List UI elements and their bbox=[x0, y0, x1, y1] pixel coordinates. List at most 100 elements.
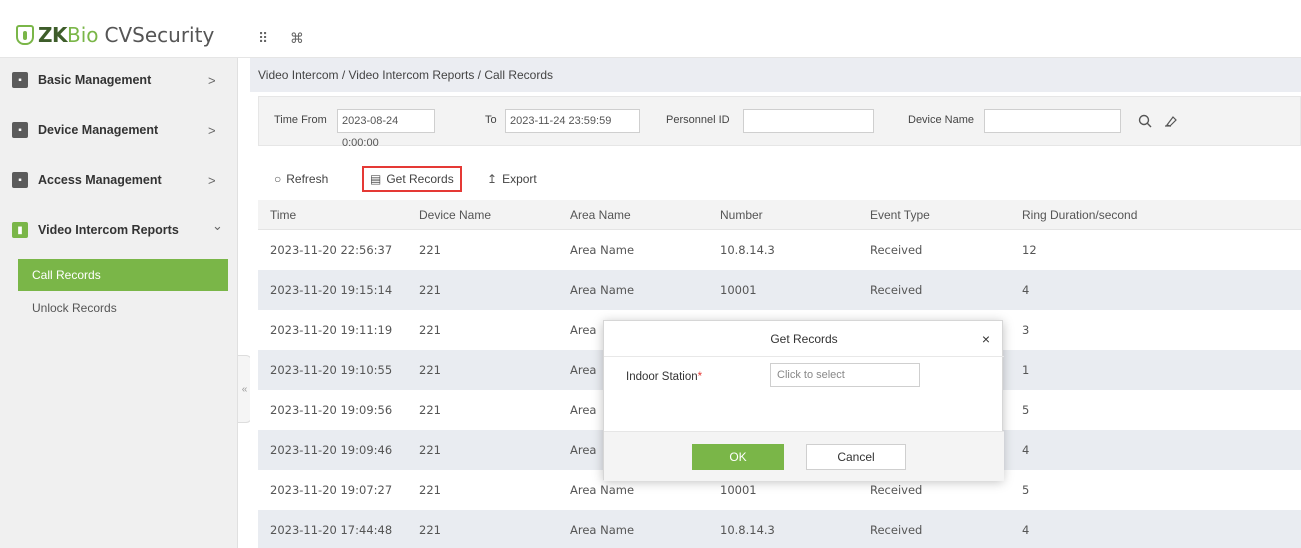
records-icon: ▤ bbox=[370, 172, 382, 186]
app-grid-icon[interactable]: ⠿ bbox=[258, 30, 268, 47]
cell-device-name: 221 bbox=[419, 283, 441, 297]
cell-device-name: 221 bbox=[419, 523, 441, 537]
access-management-icon: ▪ bbox=[12, 172, 28, 188]
search-icon[interactable] bbox=[1133, 109, 1157, 133]
indoor-station-label: Indoor Station* bbox=[626, 371, 702, 383]
cancel-button[interactable]: Cancel bbox=[806, 444, 906, 470]
sidebar-subitem-unlock-records[interactable]: Unlock Records bbox=[18, 296, 228, 320]
cell-area-name: Area Name bbox=[570, 283, 635, 297]
cell-area-name: Area Name bbox=[570, 523, 635, 537]
cell-device-name: 221 bbox=[419, 363, 441, 377]
chevron-right-icon: > bbox=[208, 72, 216, 88]
clear-filter-icon[interactable] bbox=[1159, 109, 1183, 133]
cell-event-type: Received bbox=[870, 243, 923, 257]
column-header-ring-duration[interactable]: Ring Duration/second bbox=[1022, 208, 1301, 222]
cell-device-name: 221 bbox=[419, 403, 441, 417]
device-name-label: Device Name bbox=[908, 114, 975, 126]
table-row[interactable]: 2023-11-20 19:15:14 221 Area Name 10001 … bbox=[258, 270, 1301, 310]
top-band bbox=[0, 0, 1301, 12]
sidebar-item-basic-management[interactable]: ▪ Basic Management > bbox=[0, 60, 238, 100]
cell-time: 2023-11-20 19:07:27 bbox=[270, 483, 393, 497]
cell-ring-duration: 4 bbox=[1022, 523, 1030, 537]
cell-area-name: Area Name bbox=[570, 483, 635, 497]
sidebar-item-label: Access Management bbox=[38, 173, 162, 187]
cell-time: 2023-11-20 19:11:19 bbox=[270, 323, 393, 337]
sidebar-item-access-management[interactable]: ▪ Access Management > bbox=[0, 160, 238, 200]
cell-time: 2023-11-20 19:09:56 bbox=[270, 403, 393, 417]
export-label: Export bbox=[502, 172, 537, 186]
get-records-label: Get Records bbox=[386, 172, 454, 186]
cell-area-name: Area Name bbox=[570, 243, 635, 257]
ok-button[interactable]: OK bbox=[692, 444, 784, 470]
sidebar-item-label: Device Management bbox=[38, 123, 159, 137]
cell-number: 10.8.14.3 bbox=[720, 523, 775, 537]
cell-ring-duration: 3 bbox=[1022, 323, 1030, 337]
close-icon[interactable]: × bbox=[982, 321, 990, 357]
column-header-area-name[interactable]: Area Name bbox=[570, 208, 720, 222]
export-button[interactable]: ↥ Export bbox=[481, 166, 543, 192]
sidebar-subitem-call-records[interactable]: Call Records bbox=[18, 259, 228, 291]
dialog-footer: OK Cancel bbox=[604, 431, 1004, 481]
cell-number: 10001 bbox=[720, 283, 757, 297]
sidebar-item-device-management[interactable]: ▪ Device Management > bbox=[0, 110, 238, 150]
cell-ring-duration: 12 bbox=[1022, 243, 1037, 257]
chevron-right-icon: > bbox=[208, 172, 216, 188]
cell-ring-duration: 4 bbox=[1022, 283, 1030, 297]
column-header-number[interactable]: Number bbox=[720, 208, 870, 222]
app-logo[interactable]: ZK Bio CVSecurity bbox=[16, 21, 214, 49]
cell-ring-duration: 4 bbox=[1022, 443, 1030, 457]
breadcrumb: Video Intercom / Video Intercom Reports … bbox=[250, 58, 1301, 92]
cell-device-name: 221 bbox=[419, 483, 441, 497]
get-records-dialog: Get Records × Indoor Station* Click to s… bbox=[603, 320, 1004, 481]
to-label: To bbox=[485, 114, 497, 126]
personnel-id-label: Personnel ID bbox=[666, 114, 730, 126]
cell-number: 10.8.14.3 bbox=[720, 243, 775, 257]
cell-ring-duration: 5 bbox=[1022, 403, 1030, 417]
basic-management-icon: ▪ bbox=[12, 72, 28, 88]
export-icon: ↥ bbox=[487, 172, 498, 186]
shield-logo-icon bbox=[16, 25, 34, 45]
top-header: ZK Bio CVSecurity ⠿ ⌘ bbox=[0, 12, 1301, 58]
chevron-down-icon: ⌄ bbox=[212, 218, 223, 233]
cell-time: 2023-11-20 19:09:46 bbox=[270, 443, 393, 457]
cell-time: 2023-11-20 19:15:14 bbox=[270, 283, 393, 297]
get-records-button[interactable]: ▤ Get Records bbox=[362, 166, 462, 192]
device-name-input[interactable] bbox=[984, 109, 1121, 133]
personnel-id-input[interactable] bbox=[743, 109, 874, 133]
logo-bio-text: Bio bbox=[67, 23, 99, 47]
cell-ring-duration: 1 bbox=[1022, 363, 1030, 377]
cell-number: 10001 bbox=[720, 483, 757, 497]
table-header: Time Device Name Area Name Number Event … bbox=[258, 200, 1301, 230]
sidebar-item-video-intercom-reports[interactable]: ▮ Video Intercom Reports ⌄ bbox=[0, 210, 238, 250]
time-from-input[interactable]: 2023-08-24 0:00:00 bbox=[337, 109, 435, 149]
table-row[interactable]: 2023-11-20 17:44:48 221 Area Name 10.8.1… bbox=[258, 510, 1301, 548]
time-from-label: Time From bbox=[274, 114, 327, 126]
time-to-input[interactable]: 2023-11-24 23:59:59 bbox=[505, 109, 640, 133]
sidebar: ▪ Basic Management > ▪ Device Management… bbox=[0, 58, 238, 548]
refresh-button[interactable]: ○ Refresh bbox=[268, 166, 334, 192]
logo-zk-text: ZK bbox=[38, 23, 68, 47]
command-icon[interactable]: ⌘ bbox=[290, 30, 304, 47]
column-header-device-name[interactable]: Device Name bbox=[415, 208, 570, 222]
table-row[interactable]: 2023-11-20 22:56:37 221 Area Name 10.8.1… bbox=[258, 230, 1301, 270]
dialog-title: Get Records bbox=[604, 321, 1004, 357]
column-header-event-type[interactable]: Event Type bbox=[870, 208, 1022, 222]
indoor-station-select[interactable]: Click to select bbox=[770, 363, 920, 387]
cell-device-name: 221 bbox=[419, 443, 441, 457]
filter-bar: Time From 2023-08-24 0:00:00 To 2023-11-… bbox=[258, 96, 1301, 149]
refresh-label: Refresh bbox=[286, 172, 329, 186]
cell-time: 2023-11-20 22:56:37 bbox=[270, 243, 393, 257]
required-marker: * bbox=[697, 371, 703, 383]
cell-event-type: Received bbox=[870, 483, 923, 497]
column-header-time[interactable]: Time bbox=[258, 208, 415, 222]
cell-event-type: Received bbox=[870, 523, 923, 537]
cell-time: 2023-11-20 19:10:55 bbox=[270, 363, 393, 377]
cell-device-name: 221 bbox=[419, 243, 441, 257]
cell-ring-duration: 5 bbox=[1022, 483, 1030, 497]
reports-chart-icon: ▮ bbox=[12, 222, 28, 238]
indoor-station-label-text: Indoor Station bbox=[626, 371, 698, 383]
sidebar-item-label: Video Intercom Reports bbox=[38, 223, 179, 237]
logo-cvsecurity-text: CVSecurity bbox=[104, 23, 215, 47]
chevron-right-icon: > bbox=[208, 122, 216, 138]
device-management-icon: ▪ bbox=[12, 122, 28, 138]
